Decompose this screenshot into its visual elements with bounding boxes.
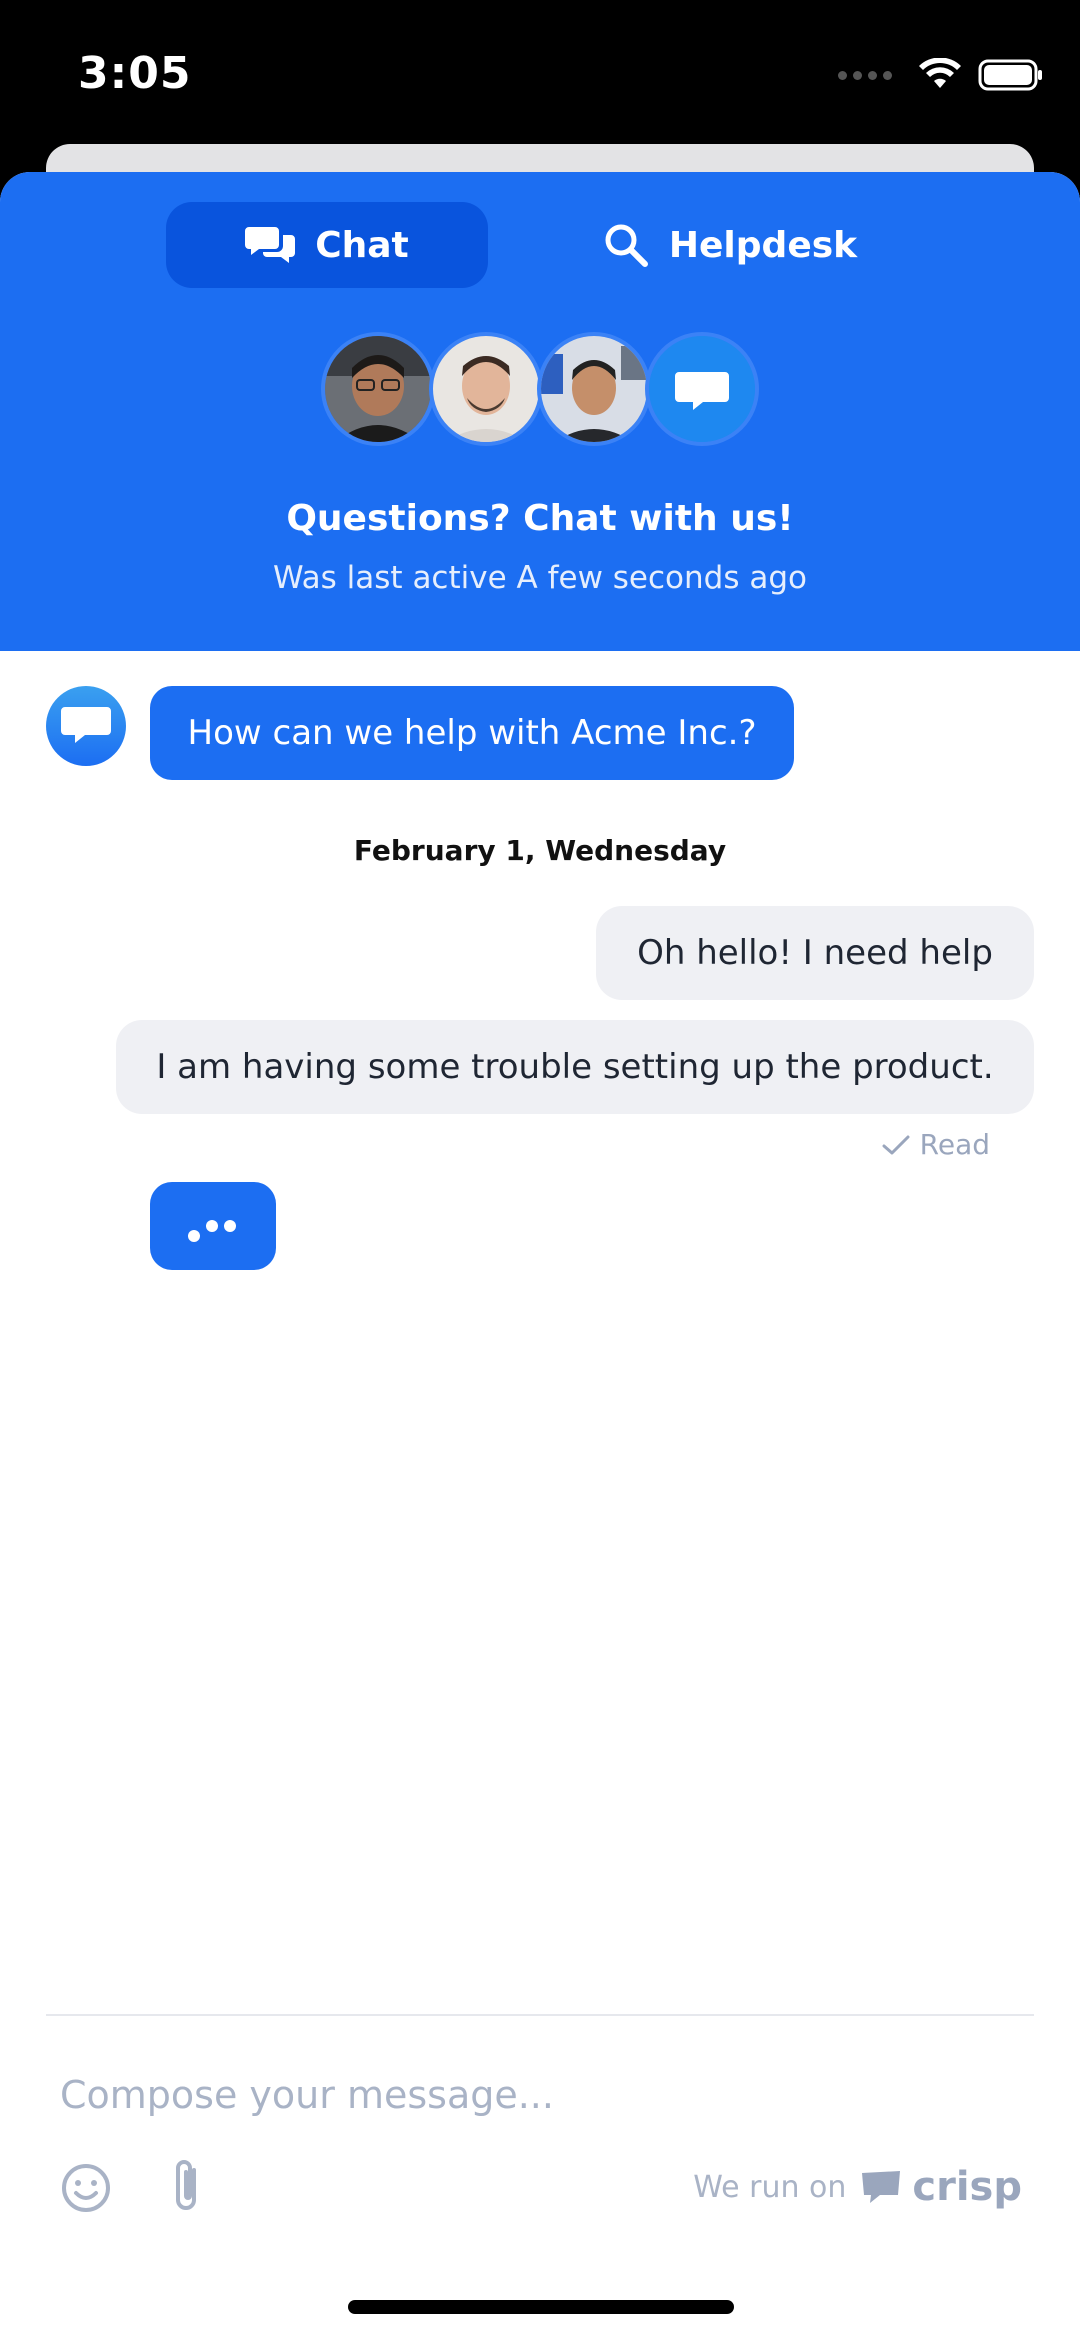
typing-dot [224, 1220, 236, 1232]
typing-indicator [150, 1182, 276, 1270]
status-bar: 3:05 [0, 0, 1080, 150]
chat-panel: Chat Helpdesk Questions? Chat with us! W… [0, 172, 1080, 2340]
crisp-logo: crisp [860, 2164, 1022, 2210]
chat-header: Chat Helpdesk Questions? Chat with us! W… [0, 172, 1080, 651]
crisp-logo-icon [862, 2171, 901, 2203]
typing-dot [206, 1220, 218, 1232]
tab-chat-label: Chat [315, 224, 409, 266]
checkmark-icon [882, 1135, 910, 1154]
avatar-operator-2 [429, 332, 543, 446]
attach-button[interactable] [168, 2156, 208, 2216]
header-subtitle: Was last active A few seconds ago [273, 560, 807, 596]
powered-by-label: We run on [693, 2169, 847, 2205]
paperclip-icon [176, 2160, 196, 2210]
status-icons [838, 58, 1044, 92]
powered-by[interactable]: We run on crisp [693, 2164, 1022, 2210]
avatar-operator-3 [537, 332, 651, 446]
search-icon [605, 224, 648, 267]
avatar-operator-1 [321, 332, 435, 446]
wifi-icon [919, 58, 961, 88]
date-separator: February 1, Wednesday [353, 834, 727, 867]
tab-helpdesk-label: Helpdesk [668, 224, 858, 266]
home-indicator[interactable] [348, 2300, 734, 2314]
typing-dot [188, 1230, 200, 1242]
tab-chat[interactable]: Chat [166, 202, 488, 288]
operator-avatar [46, 686, 126, 766]
user-message: Oh hello! I need help [596, 906, 1034, 1000]
operator-message: How can we help with Acme Inc.? [150, 686, 794, 780]
user-message: I am having some trouble setting up the … [116, 1020, 1034, 1114]
signal-dots-icon [838, 70, 892, 80]
composer-divider [46, 2014, 1034, 2016]
battery-icon [978, 59, 1042, 91]
compose-message-input[interactable] [60, 2060, 1020, 2130]
read-status-label: Read [919, 1128, 990, 1161]
operator-avatars [0, 332, 1080, 448]
status-time: 3:05 [78, 48, 192, 99]
crisp-brand-label: crisp [912, 2164, 1022, 2210]
chat-bubbles-icon [245, 227, 296, 263]
tab-helpdesk[interactable]: Helpdesk [580, 202, 880, 288]
avatar-bot [645, 332, 759, 446]
read-receipt: Read [882, 1128, 990, 1161]
header-title: Questions? Chat with us! [286, 498, 794, 539]
emoji-button[interactable] [60, 2162, 112, 2214]
emoji-icon [62, 2164, 110, 2212]
